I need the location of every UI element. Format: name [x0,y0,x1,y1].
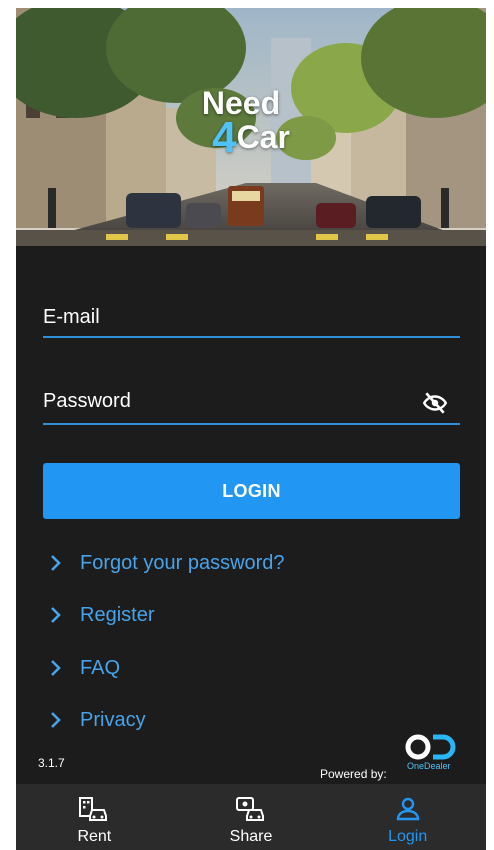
user-icon [396,797,419,821]
app-logo: Need 4Car [16,85,486,160]
chevron-right-icon [51,660,61,676]
logo-four: 4 [212,113,237,162]
faq-link[interactable]: FAQ [44,656,120,680]
app-version: 3.1.7 [38,756,65,770]
password-input[interactable] [43,390,403,413]
email-field [43,306,460,338]
register-label: Register [80,603,155,626]
logo-need: Need [201,85,281,121]
email-input[interactable] [43,306,403,329]
register-link[interactable]: Register [44,603,154,627]
hero-banner: Need 4Car [16,8,486,246]
app-screen: Need 4Car LOGIN Forgot your password? Re… [16,8,486,850]
bottom-navigation: Rent Share Login [16,784,486,850]
password-field [43,390,460,425]
share-car-icon [236,797,264,821]
nav-share[interactable]: Share [173,784,330,850]
faq-label: FAQ [80,656,121,679]
nav-share-label: Share [229,828,273,845]
powered-by-label: Powered by: [320,767,387,781]
nav-rent[interactable]: Rent [16,784,173,850]
privacy-label: Privacy [80,708,146,731]
onedealer-mark-icon [405,734,456,760]
nav-login-label: Login [388,828,428,845]
privacy-link[interactable]: Privacy [44,708,146,732]
login-button[interactable]: LOGIN [43,463,460,519]
forgot-password-link[interactable]: Forgot your password? [44,551,285,575]
onedealer-name: OneDealer [407,761,451,771]
forgot-password-label: Forgot your password? [80,551,285,574]
chevron-right-icon [51,712,61,728]
rent-car-icon [79,797,108,821]
eye-off-icon[interactable] [420,390,450,416]
onedealer-logo: OneDealer [405,734,459,774]
nav-login[interactable]: Login [329,784,486,850]
chevron-right-icon [51,555,61,571]
chevron-right-icon [51,607,61,623]
logo-car: Car [236,119,290,155]
nav-rent-label: Rent [77,828,112,845]
